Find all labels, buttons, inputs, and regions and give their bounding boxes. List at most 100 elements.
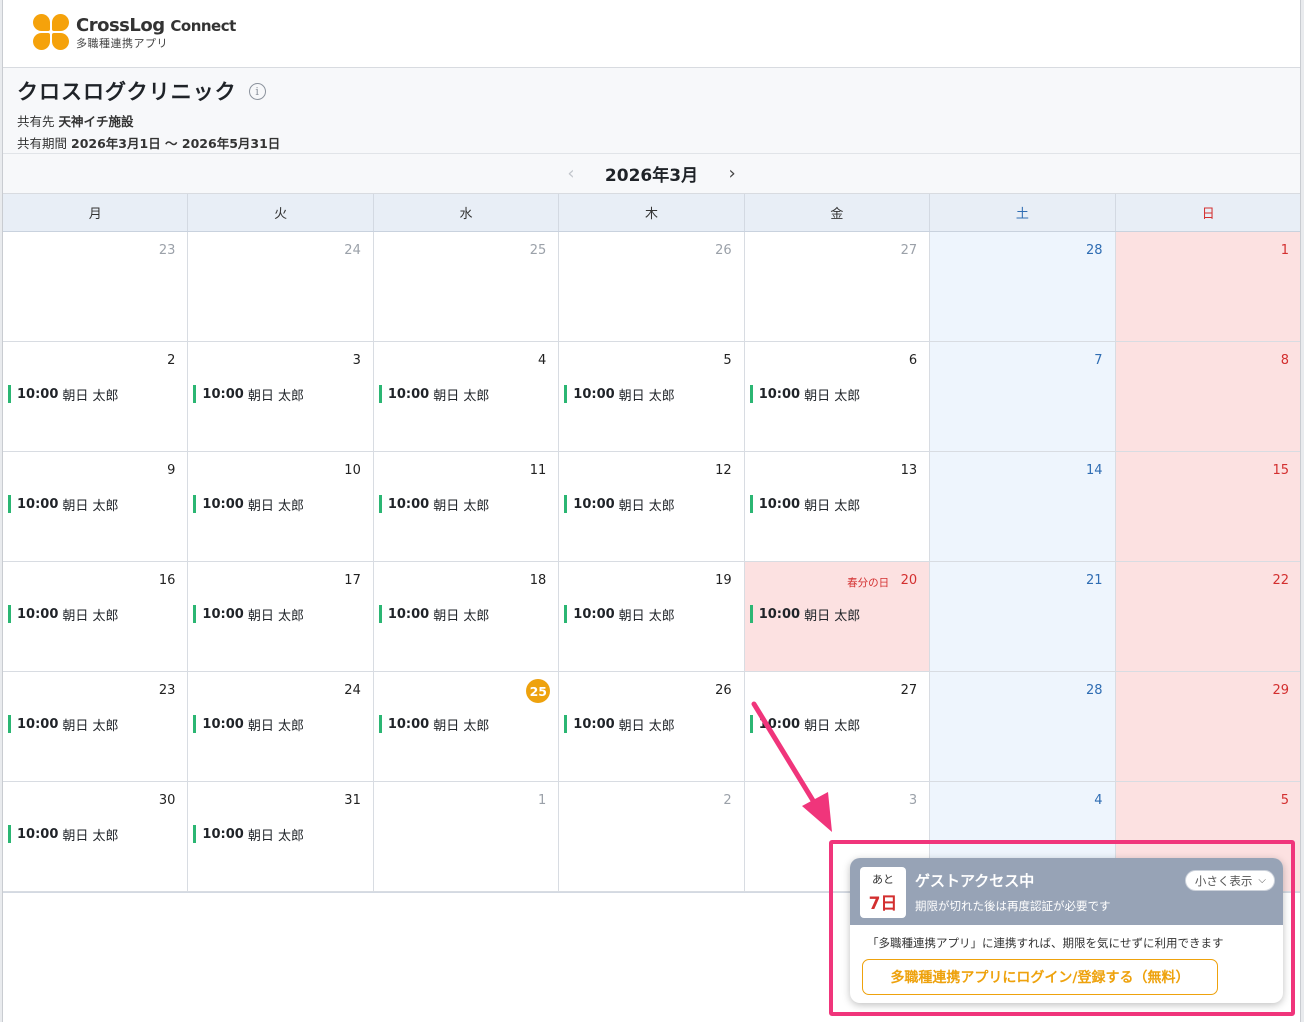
calendar-day[interactable]: 1 <box>373 782 560 892</box>
calendar-event[interactable]: 10:00 朝日 太郎 <box>378 385 489 404</box>
day-number: 25 <box>529 243 547 258</box>
calendar-day[interactable]: 2 10:00 朝日 太郎 <box>3 342 189 452</box>
calendar-day[interactable]: 28 <box>930 672 1116 782</box>
calendar-day[interactable]: 25 10:00 朝日 太郎 <box>373 672 560 782</box>
calendar-day[interactable]: 18 10:00 朝日 太郎 <box>373 562 560 672</box>
calendar-day[interactable]: 1 <box>1115 232 1300 342</box>
event-time: 10:00 <box>758 716 801 732</box>
info-icon[interactable]: i <box>248 82 266 100</box>
day-number: 23 <box>158 243 176 258</box>
day-number: 1 <box>1280 243 1289 258</box>
calendar-event[interactable]: 10:00 朝日 太郎 <box>8 605 119 624</box>
calendar-event[interactable]: 10:00 朝日 太郎 <box>193 715 304 734</box>
day-number: 21 <box>1086 573 1103 588</box>
minimize-button[interactable]: 小さく表示 ⌵ <box>1184 870 1275 891</box>
calendar-day[interactable]: 26 <box>559 232 745 342</box>
calendar-day[interactable]: 22 <box>1115 562 1300 672</box>
event-name: 朝日 太郎 <box>62 718 119 734</box>
event-time: 10:00 <box>202 496 244 512</box>
calendar-day[interactable]: 27 <box>744 232 931 342</box>
event-name: 朝日 太郎 <box>247 498 304 514</box>
calendar-day[interactable]: 27 10:00 朝日 太郎 <box>744 672 931 782</box>
calendar-day[interactable]: 29 <box>1115 672 1300 782</box>
calendar-event[interactable]: 10:00 朝日 太郎 <box>749 605 860 624</box>
calendar-day[interactable]: 6 10:00 朝日 太郎 <box>744 342 931 452</box>
event-time: 10:00 <box>387 606 430 622</box>
calendar-day[interactable]: 8 <box>1115 342 1300 452</box>
calendar-event[interactable]: 10:00 朝日 太郎 <box>749 385 860 404</box>
calendar-event[interactable]: 10:00 朝日 太郎 <box>193 385 304 404</box>
calendar-day[interactable]: 10 10:00 朝日 太郎 <box>188 452 374 562</box>
calendar-event[interactable]: 10:00 朝日 太郎 <box>378 495 490 514</box>
calendar-day[interactable]: 12 10:00 朝日 太郎 <box>559 452 745 562</box>
event-name: 朝日 太郎 <box>433 608 490 624</box>
calendar-event[interactable]: 10:00 朝日 太郎 <box>8 715 119 734</box>
next-month-button[interactable]: › <box>718 160 746 188</box>
calendar-event[interactable]: 10:00 朝日 太郎 <box>564 715 675 734</box>
calendar-day[interactable]: 14 <box>930 452 1116 562</box>
calendar-event[interactable]: 10:00 朝日 太郎 <box>8 385 119 404</box>
event-time: 10:00 <box>387 386 430 402</box>
calendar-day[interactable]: 16 10:00 朝日 太郎 <box>3 562 189 672</box>
day-number: 11 <box>529 463 547 478</box>
calendar-day[interactable]: 23 10:00 朝日 太郎 <box>3 672 189 782</box>
calendar-event[interactable]: 10:00 朝日 太郎 <box>193 605 304 624</box>
calendar-day[interactable]: 5 10:00 朝日 太郎 <box>559 342 745 452</box>
calendar-day[interactable]: 28 <box>930 232 1116 342</box>
event-name: 朝日 太郎 <box>247 608 304 624</box>
calendar-day[interactable]: 19 10:00 朝日 太郎 <box>559 562 745 672</box>
calendar-day[interactable]: 7 <box>930 342 1116 452</box>
day-number: 16 <box>158 573 176 588</box>
event-time: 10:00 <box>17 826 59 842</box>
login-register-button[interactable]: 多職種連携アプリにログイン/登録する（無料） <box>862 959 1218 995</box>
calendar-day[interactable]: 24 <box>188 232 374 342</box>
calendar-day[interactable]: 17 10:00 朝日 太郎 <box>188 562 374 672</box>
calendar-day[interactable]: 25 <box>373 232 560 342</box>
guest-panel-note: 「多職種連携アプリ」に連携すれば、期限を気にせずに利用できます <box>867 936 1224 950</box>
day-number: 28 <box>1086 683 1103 698</box>
event-time: 10:00 <box>17 386 59 402</box>
event-time: 10:00 <box>202 606 244 622</box>
calendar-day[interactable]: 23 <box>3 232 189 342</box>
calendar-day[interactable]: 9 10:00 朝日 太郎 <box>3 452 189 562</box>
calendar-day[interactable]: 13 10:00 朝日 太郎 <box>744 452 931 562</box>
prev-month-button[interactable]: ‹ <box>557 160 585 188</box>
event-name: 朝日 太郎 <box>433 498 490 514</box>
calendar-day[interactable]: 31 10:00 朝日 太郎 <box>188 782 374 892</box>
calendar-event[interactable]: 10:00 朝日 太郎 <box>564 495 675 514</box>
calendar-event[interactable]: 10:00 朝日 太郎 <box>193 495 304 514</box>
calendar-event[interactable]: 10:00 朝日 太郎 <box>8 495 119 514</box>
calendar-event[interactable]: 10:00 朝日 太郎 <box>193 825 304 844</box>
event-time: 10:00 <box>17 606 59 622</box>
day-number: 26 <box>715 243 732 258</box>
calendar-event[interactable]: 10:00 朝日 太郎 <box>378 715 489 734</box>
calendar-event[interactable]: 10:00 朝日 太郎 <box>749 495 860 514</box>
days-remaining-value: 7日 <box>868 894 898 914</box>
day-number: 19 <box>715 573 732 588</box>
calendar-event[interactable]: 10:00 朝日 太郎 <box>378 605 490 624</box>
month-navigation: ‹ 2026年3月 › <box>3 154 1300 194</box>
clinic-info: クロスログクリニック i 共有先 天神イチ施設 共有期間 2026年3月1日 〜 2… <box>3 68 1300 154</box>
calendar-event[interactable]: 10:00 朝日 太郎 <box>564 605 675 624</box>
calendar-event[interactable]: 10:00 朝日 太郎 <box>8 825 119 844</box>
calendar-day[interactable]: 30 10:00 朝日 太郎 <box>3 782 189 892</box>
day-number: 5 <box>1280 793 1289 808</box>
day-number: 28 <box>1086 243 1103 258</box>
calendar-day[interactable]: 11 10:00 朝日 太郎 <box>373 452 560 562</box>
calendar-day[interactable]: 4 10:00 朝日 太郎 <box>373 342 560 452</box>
calendar-day[interactable]: 2 <box>559 782 745 892</box>
calendar-day[interactable]: 3 10:00 朝日 太郎 <box>188 342 374 452</box>
calendar-event[interactable]: 10:00 朝日 太郎 <box>749 715 860 734</box>
day-number: 17 <box>344 573 361 588</box>
calendar-day[interactable]: 15 <box>1115 452 1300 562</box>
calendar-event[interactable]: 10:00 朝日 太郎 <box>564 385 675 404</box>
logo-icon <box>33 14 71 52</box>
crosslog-logo[interactable]: CrossLog Connect 多職種連携アプリ <box>33 14 236 52</box>
calendar-day[interactable]: 26 10:00 朝日 太郎 <box>559 672 745 782</box>
event-name: 朝日 太郎 <box>618 718 675 734</box>
weekday-header: 月火水木金土 日 <box>3 194 1300 232</box>
day-number: 3 <box>908 793 918 808</box>
calendar-day[interactable]: 24 10:00 朝日 太郎 <box>188 672 374 782</box>
calendar-day[interactable]: 20 春分の日 10:00 朝日 太郎 <box>744 562 931 672</box>
calendar-day[interactable]: 21 <box>930 562 1116 672</box>
